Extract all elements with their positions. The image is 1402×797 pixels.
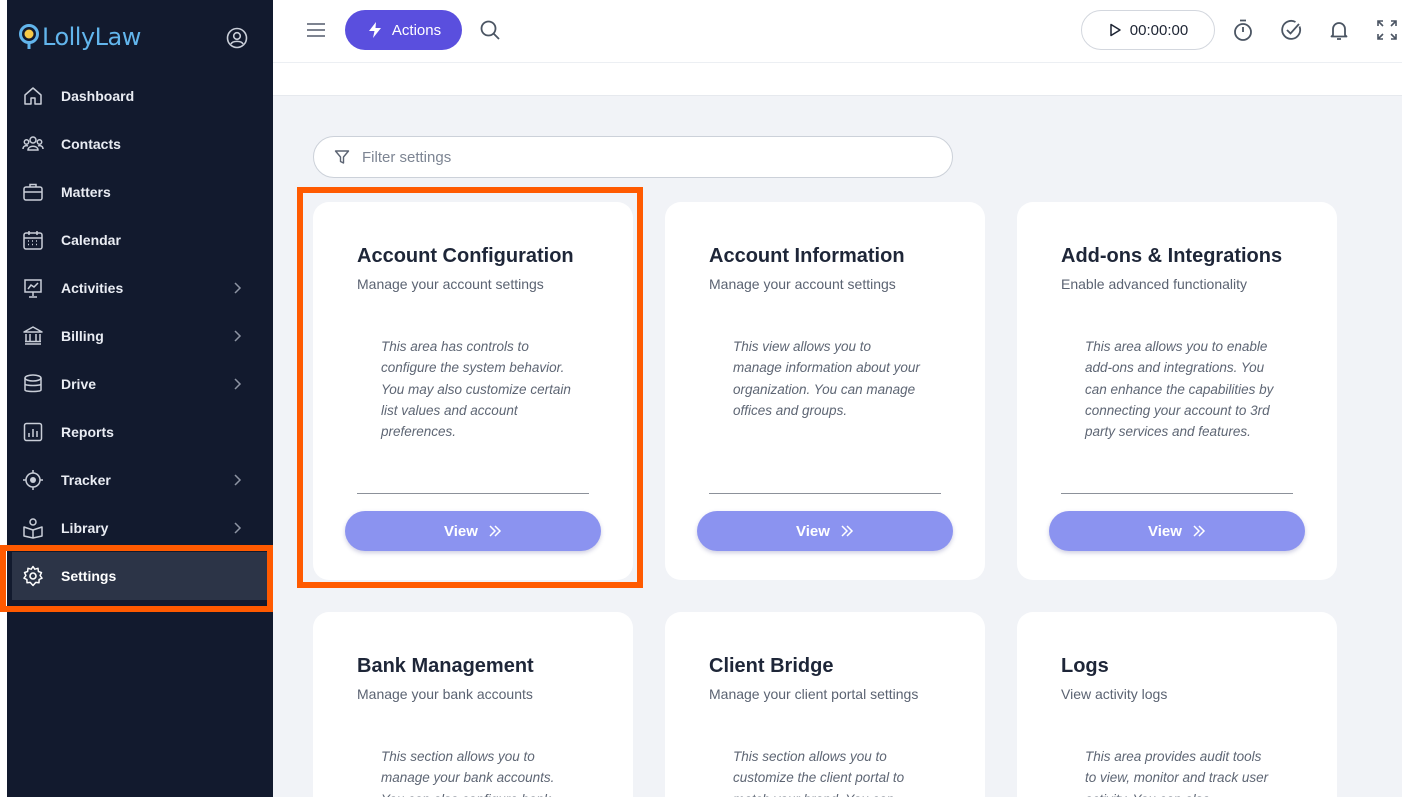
double-chevron-right-icon [841, 525, 854, 537]
card-subtitle: Manage your account settings [357, 276, 544, 292]
lightning-icon [368, 22, 381, 38]
settings-card-bank-management: Bank Management Manage your bank account… [313, 612, 633, 797]
filter-settings-field[interactable] [313, 136, 953, 178]
user-account-icon[interactable] [226, 27, 248, 49]
sidebar-nav: Dashboard Contacts Matters Calendar Acti… [7, 72, 273, 600]
view-button-label: View [444, 522, 478, 540]
sidebar-item-activities[interactable]: Activities [7, 264, 273, 312]
sidebar-item-billing[interactable]: Billing [7, 312, 273, 360]
filter-settings-input[interactable] [362, 148, 922, 166]
check-circle-icon[interactable] [1279, 18, 1303, 42]
settings-card-account-information: Account Information Manage your account … [665, 202, 985, 580]
lollipop-icon [19, 24, 39, 49]
bank-icon [21, 324, 45, 348]
card-title: Account Configuration [357, 245, 574, 267]
card-title: Bank Management [357, 655, 534, 677]
settings-card-client-bridge: Client Bridge Manage your client portal … [665, 612, 985, 797]
fullscreen-icon[interactable] [1375, 18, 1399, 42]
sidebar-item-label: Matters [61, 184, 111, 200]
sidebar-item-label: Settings [61, 568, 117, 584]
bell-icon[interactable] [1327, 18, 1351, 42]
double-chevron-right-icon [489, 525, 502, 537]
view-button-label: View [796, 522, 830, 540]
card-divider [709, 493, 941, 494]
settings-card-addons-integrations: Add-ons & Integrations Enable advanced f… [1017, 202, 1337, 580]
window-edge [0, 0, 7, 797]
sub-header-bar [273, 62, 1402, 96]
timer-control[interactable]: 00:00:00 [1081, 10, 1215, 50]
brand-name: LollyLaw [42, 23, 141, 51]
hamburger-menu-icon[interactable] [305, 20, 327, 40]
sidebar-item-label: Calendar [61, 232, 121, 248]
sidebar-item-settings[interactable]: Settings [12, 552, 268, 600]
home-icon [21, 84, 45, 108]
search-icon[interactable] [479, 19, 501, 41]
sidebar-item-dashboard[interactable]: Dashboard [7, 72, 273, 120]
calendar-icon [21, 228, 45, 252]
gear-icon [21, 564, 45, 588]
presentation-chart-icon [21, 276, 45, 300]
sidebar-item-label: Dashboard [61, 88, 135, 104]
sidebar-item-matters[interactable]: Matters [7, 168, 273, 216]
view-button[interactable]: View [1049, 511, 1305, 551]
contacts-icon [21, 132, 45, 156]
card-subtitle: Manage your bank accounts [357, 686, 533, 702]
sidebar-item-label: Contacts [61, 136, 121, 152]
filter-icon [334, 150, 350, 164]
sidebar-item-calendar[interactable]: Calendar [7, 216, 273, 264]
stopwatch-icon[interactable] [1231, 18, 1255, 42]
card-description: This area allows you to enable add-ons a… [1085, 339, 1274, 440]
card-subtitle: Enable advanced functionality [1061, 276, 1248, 292]
sidebar-item-label: Drive [61, 376, 97, 392]
card-title: Logs [1061, 655, 1109, 677]
sidebar-item-library[interactable]: Library [7, 504, 273, 552]
sidebar-item-tracker[interactable]: Tracker [7, 456, 273, 504]
card-description: This area provides audit tools to view, … [1085, 749, 1269, 797]
card-title: Add-ons & Integrations [1061, 245, 1283, 267]
chevron-right-icon [234, 522, 242, 534]
actions-button[interactable]: Actions [345, 10, 462, 50]
double-chevron-right-icon [1193, 525, 1206, 537]
card-title: Account Information [709, 245, 905, 267]
sidebar-item-label: Activities [61, 280, 124, 296]
briefcase-icon [21, 180, 45, 204]
sidebar-item-reports[interactable]: Reports [7, 408, 273, 456]
chevron-right-icon [234, 282, 242, 294]
brand-logo[interactable]: LollyLaw [18, 22, 141, 52]
card-divider [357, 493, 589, 494]
sidebar-item-label: Library [61, 520, 109, 536]
sidebar-item-drive[interactable]: Drive [7, 360, 273, 408]
card-description: This view allows you to manage informati… [733, 339, 920, 418]
card-subtitle: Manage your account settings [709, 276, 896, 292]
card-subtitle: Manage your client portal settings [709, 686, 919, 702]
book-reader-icon [21, 516, 45, 540]
card-subtitle: View activity logs [1061, 686, 1168, 702]
sidebar-item-label: Tracker [61, 472, 111, 488]
sidebar: LollyLaw Dashboard Contacts Matters Cale… [7, 0, 273, 797]
view-button[interactable]: View [345, 511, 601, 551]
sidebar-item-contacts[interactable]: Contacts [7, 120, 273, 168]
target-icon [21, 468, 45, 492]
sidebar-item-label: Reports [61, 424, 114, 440]
card-description: This area has controls to configure the … [381, 339, 571, 440]
card-description: This section allows you to customize the… [733, 749, 905, 797]
view-button-label: View [1148, 522, 1182, 540]
view-button[interactable]: View [697, 511, 953, 551]
chevron-right-icon [234, 378, 242, 390]
topbar: Actions 00:00:00 [273, 0, 1402, 62]
card-divider [1061, 493, 1293, 494]
sidebar-item-label: Billing [61, 328, 104, 344]
card-title: Client Bridge [709, 655, 834, 677]
actions-label: Actions [391, 21, 442, 39]
settings-card-logs: Logs View activity logs This area provid… [1017, 612, 1337, 797]
bar-chart-icon [21, 420, 45, 444]
chevron-right-icon [234, 330, 242, 342]
timer-display: 00:00:00 [1129, 21, 1189, 39]
settings-main: Account Configuration Manage your accoun… [273, 96, 1402, 797]
chevron-right-icon [234, 474, 242, 486]
database-icon [21, 372, 45, 396]
settings-card-account-configuration: Account Configuration Manage your accoun… [313, 202, 633, 580]
play-icon [1110, 23, 1121, 37]
card-description: This section allows you to manage your b… [381, 749, 555, 797]
